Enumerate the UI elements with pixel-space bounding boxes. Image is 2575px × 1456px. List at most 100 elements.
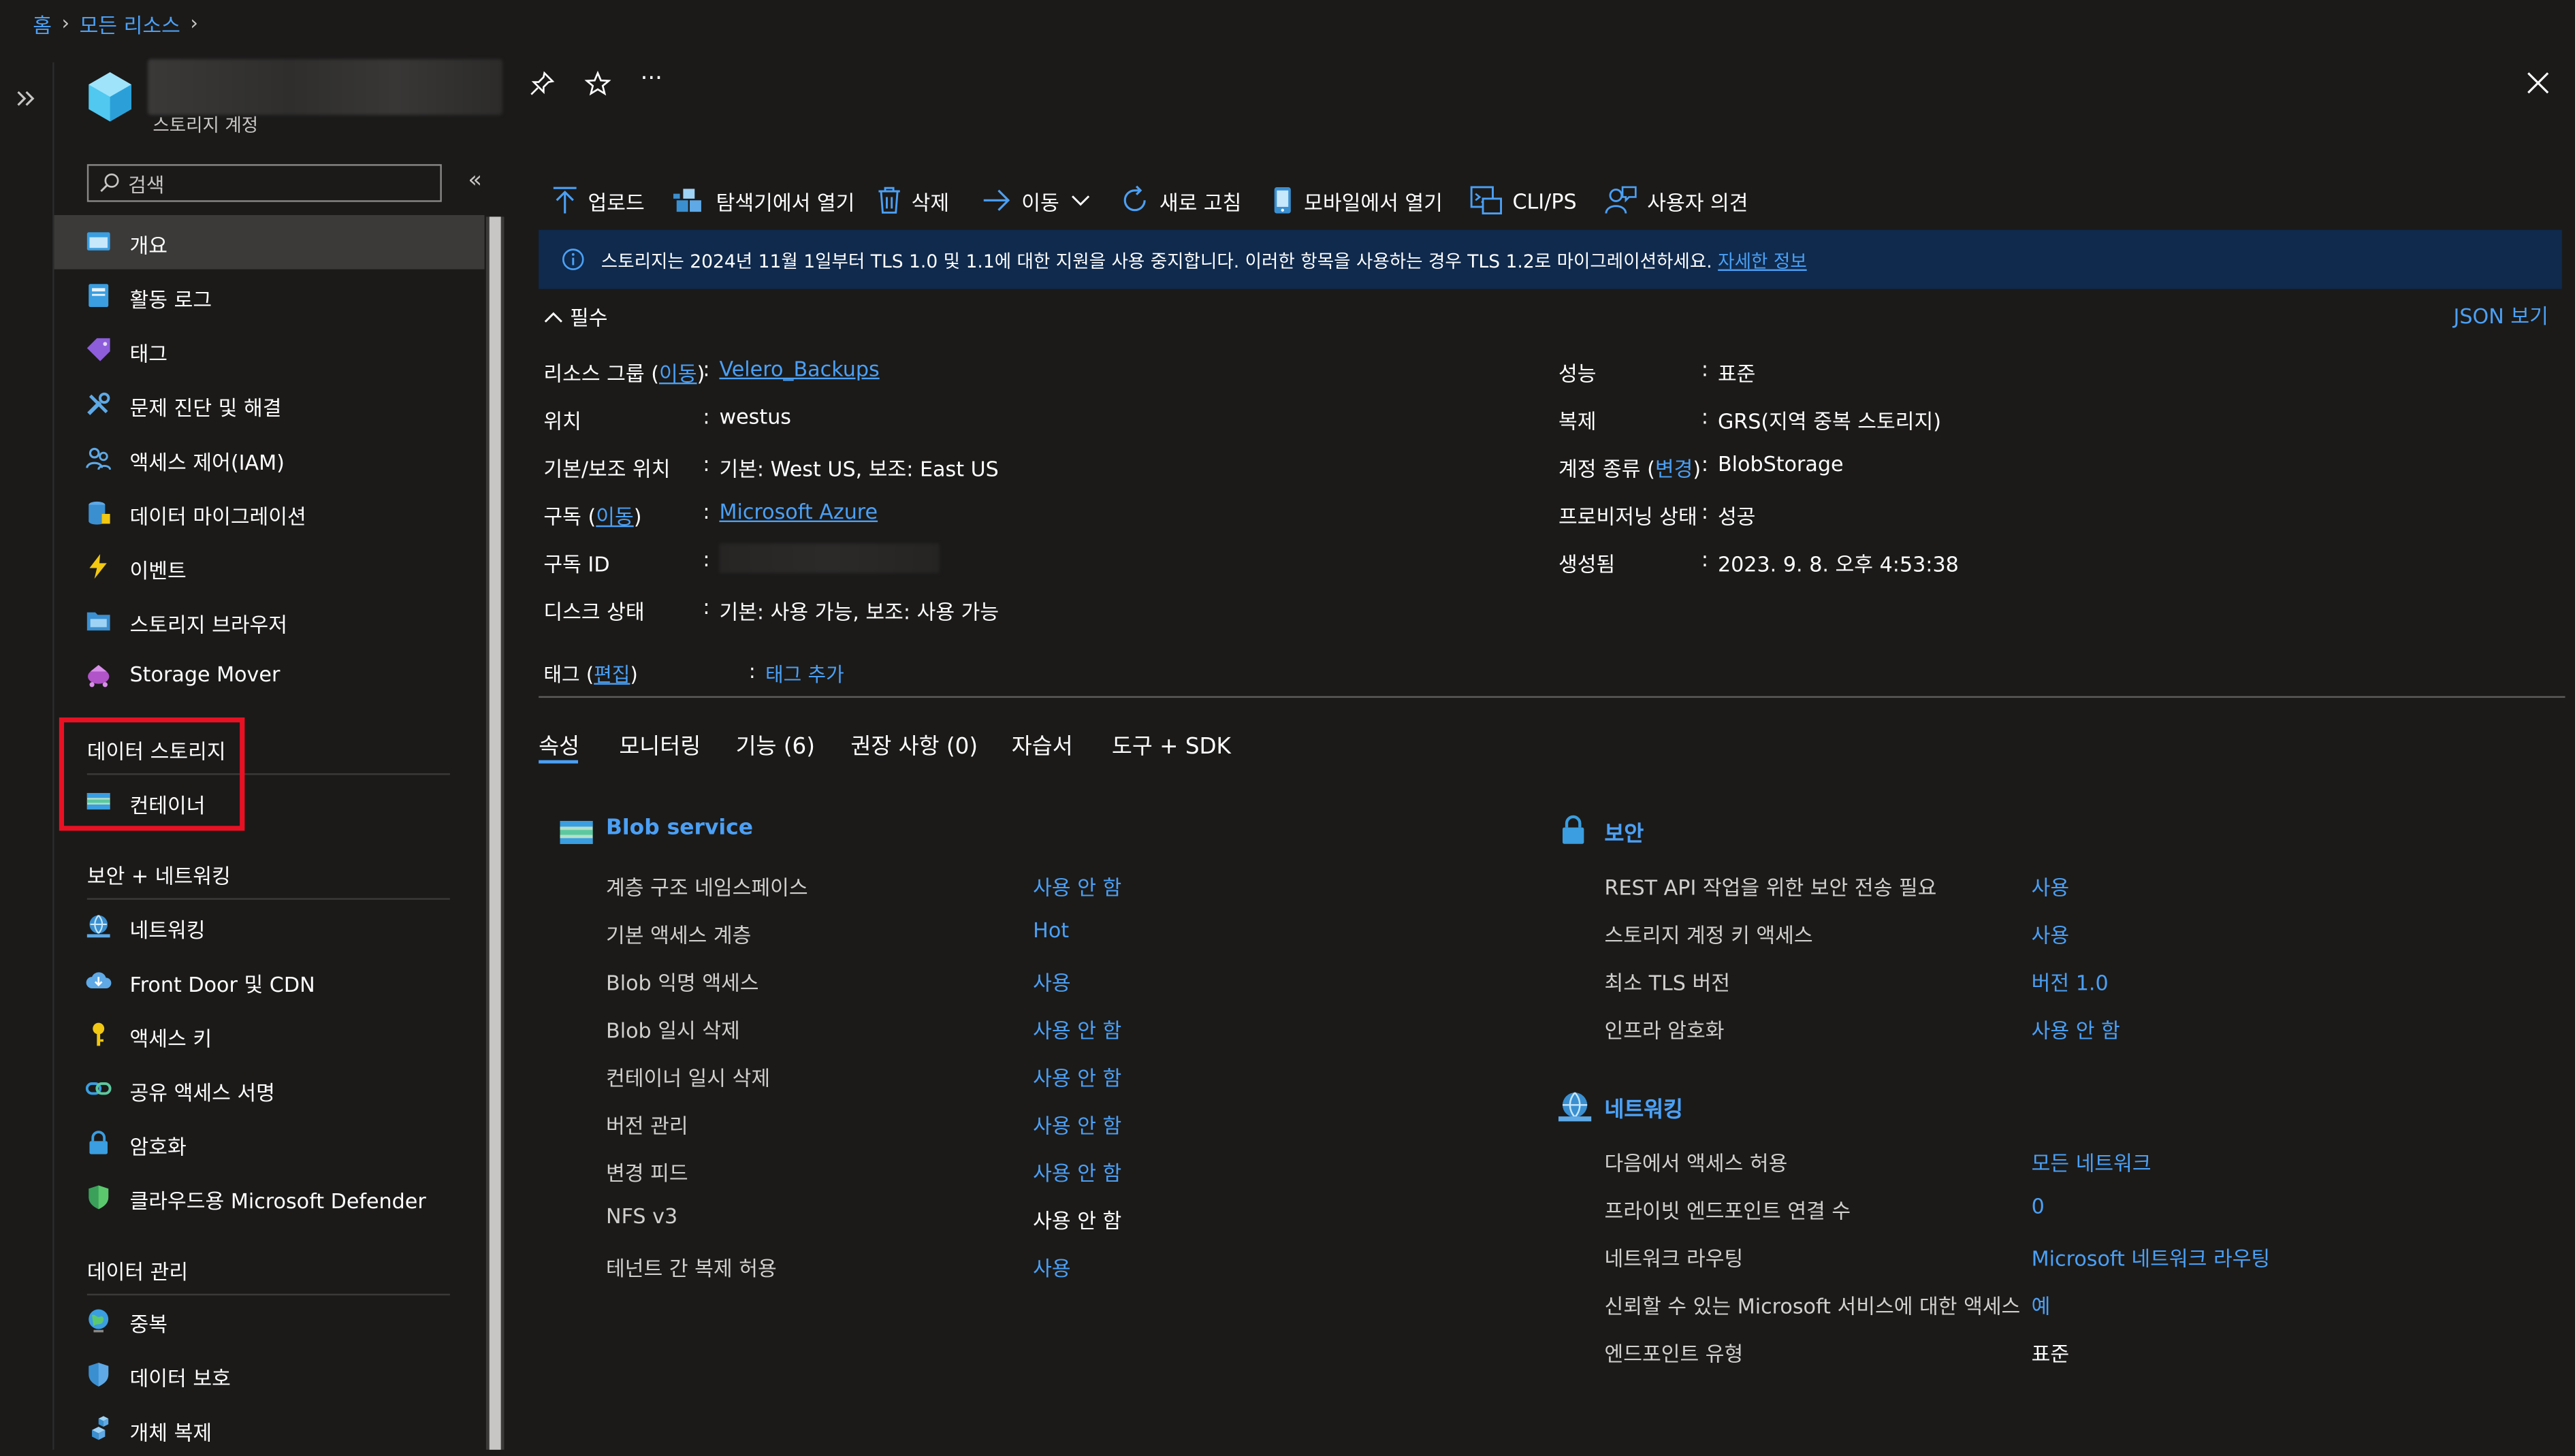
sidebar-item-defender[interactable]: 클라우드용 Microsoft Defender [54,1171,485,1225]
change-account-kind-link[interactable]: 변경 [1655,457,1693,481]
sidebar-item-label: 데이터 마이그레이션 [129,504,306,529]
container-soft-delete-value[interactable]: 사용 안 함 [1033,1061,1121,1092]
breadcrumb-home[interactable]: 홈 [33,7,52,39]
default-access-tier-value[interactable]: Hot [1033,918,1069,942]
networking-prop-label: 네트워크 라우팅 [1604,1246,1744,1271]
add-tag-link[interactable]: 태그 추가 [765,660,844,688]
sidebar-item-data-migration[interactable]: 데이터 마이그레이션 [54,486,485,540]
min-tls-value[interactable]: 버전 1.0 [2032,965,2109,997]
tab-monitoring[interactable]: 모니터링 [619,728,701,760]
sidebar-item-activity-log[interactable]: 활동 로그 [54,270,485,324]
blob-soft-delete-value[interactable]: 사용 안 함 [1033,1013,1121,1044]
sidebar-item-networking[interactable]: 네트워킹 [54,900,485,954]
locations-value: 기본: West US, 보조: East US [719,456,999,481]
network-routing-value[interactable]: Microsoft 네트워크 라우팅 [2032,1241,2271,1272]
essentials-label-location: 위치 [543,408,581,434]
sidebar-item-storage-mover[interactable]: Storage Mover [54,649,485,703]
more-options-icon[interactable]: ··· [641,65,662,92]
replication-value: GRS(지역 중복 스토리지) [1717,408,1942,434]
trusted-services-value[interactable]: 예 [2032,1289,2051,1320]
collapse-menu-icon[interactable]: « [468,167,482,194]
subscription-id-redacted [719,543,940,573]
chevron-right-icon: › [61,11,70,35]
sidebar-item-redundancy[interactable]: 중복 [54,1294,485,1348]
search-input[interactable]: 검색 [86,164,442,202]
pin-icon[interactable] [529,71,556,97]
essentials-label-tags: 태그 (편집) [543,663,638,687]
tab-tools-sdk[interactable]: 도구 + SDK [1112,728,1231,760]
info-icon [562,248,584,270]
activity-log-icon [89,284,109,308]
sidebar-item-overview[interactable]: 개요 [54,214,485,270]
learn-more-link[interactable]: 자세한 정보 [1718,251,1807,272]
move-button[interactable]: 이동 [982,184,1092,216]
infrastructure-encryption-value[interactable]: 사용 안 함 [2032,1013,2120,1044]
sidebar-scrollbar-thumb[interactable] [489,216,501,1450]
blob-prop-label: NFS v3 [606,1203,678,1229]
sidebar-item-diagnose[interactable]: 문제 진단 및 해결 [54,378,485,432]
tab-tutorials[interactable]: 자습서 [1012,728,1073,760]
nfs-v3-value: 사용 안 함 [1033,1208,1122,1233]
sidebar-item-data-protection[interactable]: 데이터 보호 [54,1348,485,1402]
security-title[interactable]: 보안 [1605,816,1644,847]
private-endpoints-value[interactable]: 0 [2032,1194,2045,1218]
move-subscription-link[interactable]: 이동 [596,504,634,528]
breadcrumb-all-resources[interactable]: 모든 리소스 [80,7,180,39]
sidebar-item-sas[interactable]: 공유 액세스 서명 [54,1063,485,1117]
key-access-value[interactable]: 사용 [2032,918,2070,949]
account-kind-value: BlobStorage [1717,451,1844,476]
cli-ps-label: CLI/PS [1512,188,1577,213]
refresh-icon [1123,185,1146,212]
expand-menu-icon[interactable] [15,88,38,108]
data-protection-icon [89,1362,109,1387]
hierarchical-namespace-value[interactable]: 사용 안 함 [1033,870,1121,901]
sidebar-item-storage-browser[interactable]: 스토리지 브라우저 [54,594,485,649]
cli-ps-button[interactable]: CLI/PS [1470,184,1577,216]
open-explorer-button[interactable]: 탐색기에서 열기 [673,184,854,216]
sidebar-item-tags[interactable]: 태그 [54,323,485,378]
active-tab-indicator [539,760,579,764]
banner-text: 스토리지는 2024년 11월 1일부터 TLS 1.0 및 1.1에 대한 지… [601,251,1712,273]
versioning-value[interactable]: 사용 안 함 [1033,1108,1121,1139]
essentials-label-locations: 기본/보조 위치 [543,456,671,481]
sidebar-item-access-keys[interactable]: 액세스 키 [54,1008,485,1063]
tab-recommendations[interactable]: 권장 사항 (0) [850,728,978,760]
sidebar-item-encryption[interactable]: 암호화 [54,1116,485,1171]
resource-group-link[interactable]: Velero_Backups [719,356,879,381]
refresh-button[interactable]: 새로 고침 [1120,184,1241,216]
star-icon[interactable] [584,70,611,97]
edit-tags-link[interactable]: 편집 [594,663,630,686]
essentials-label-resource-group: 리소스 그룹 (이동) [543,361,705,386]
subscription-link[interactable]: Microsoft Azure [719,499,878,523]
close-icon[interactable] [2526,71,2550,95]
location-value: westus [719,404,792,429]
allow-access-from-value[interactable]: 모든 네트워크 [2032,1146,2152,1178]
tab-properties[interactable]: 속성 [539,728,579,760]
open-mobile-button[interactable]: 모바일에서 열기 [1271,184,1443,216]
move-resource-group-link[interactable]: 이동 [659,361,697,386]
networking-icon [1558,1092,1592,1122]
networking-prop-label: 프라이빗 엔드포인트 연결 수 [1604,1198,1851,1223]
feedback-button[interactable]: 사용자 의견 [1605,184,1748,216]
blob-prop-label: 변경 피드 [606,1161,688,1186]
security-prop-label: 스토리지 계정 키 액세스 [1604,922,1813,948]
cross-tenant-replication-value[interactable]: 사용 [1033,1251,1071,1282]
secure-transfer-value[interactable]: 사용 [2032,870,2070,901]
upload-button[interactable]: 업로드 [551,184,645,216]
json-view-link[interactable]: JSON 보기 [2454,299,2548,330]
blob-service-title[interactable]: Blob service [606,816,753,841]
cli-icon [1470,186,1503,215]
sidebar-item-label: Front Door 및 CDN [129,971,315,997]
tab-capabilities[interactable]: 기능 (6) [736,728,815,760]
blob-prop-label: 테넌트 간 복제 허용 [606,1256,777,1281]
sidebar-item-front-door-cdn[interactable]: Front Door 및 CDN [54,954,485,1008]
sidebar-item-object-replication[interactable]: 개체 복제 [54,1402,485,1456]
sidebar-item-iam[interactable]: 액세스 제어(IAM) [54,432,485,486]
networking-title[interactable]: 네트워킹 [1605,1092,1683,1123]
key-icon [93,1022,105,1046]
sidebar-item-events[interactable]: 이벤트 [54,540,485,595]
delete-button[interactable]: 삭제 [877,184,949,216]
change-feed-value[interactable]: 사용 안 함 [1033,1156,1121,1187]
essentials-toggle[interactable]: 필수 [543,300,607,331]
blob-anonymous-access-value[interactable]: 사용 [1033,965,1071,997]
